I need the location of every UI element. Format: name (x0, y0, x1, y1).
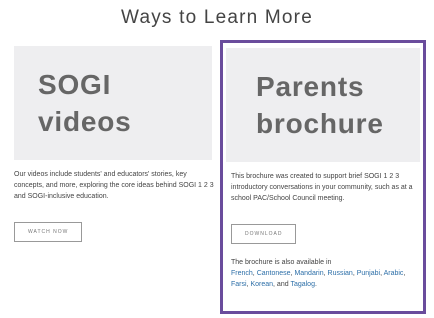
language-link-farsi[interactable]: Farsi (231, 281, 247, 288)
videos-hero-line1: SOGI (38, 69, 112, 100)
download-button[interactable]: DOWNLOAD (231, 224, 297, 244)
videos-description: Our videos include students' and educato… (14, 171, 214, 200)
language-link-korean[interactable]: Korean (250, 281, 273, 288)
sogi-videos-card: SOGI videos Our videos include students'… (14, 40, 214, 242)
brochure-description: This brochure was created to support bri… (231, 173, 413, 202)
watch-now-button[interactable]: WATCH NOW (14, 222, 83, 242)
language-link-french[interactable]: French (231, 270, 253, 277)
videos-hero-banner[interactable]: SOGI videos (14, 46, 212, 160)
language-link-tagalog[interactable]: Tagalog (290, 281, 315, 288)
language-link-russian[interactable]: Russian (328, 270, 353, 277)
parents-brochure-card: Parents brochure This brochure was creat… (220, 40, 426, 314)
and-word: and (276, 281, 289, 288)
language-link-punjabi[interactable]: Punjabi (357, 270, 380, 277)
language-link-cantonese[interactable]: Cantonese (257, 270, 291, 277)
availability-prefix: The brochure is also available in (231, 259, 332, 266)
brochure-hero-line1: Parents (256, 71, 365, 102)
brochure-hero-line2: brochure (256, 108, 384, 139)
section-title: Ways to Learn More (121, 7, 313, 28)
language-link-arabic[interactable]: Arabic (384, 270, 404, 277)
videos-hero-line2: videos (38, 106, 132, 137)
language-link-mandarin[interactable]: Mandarin (294, 270, 323, 277)
period: . (314, 281, 317, 288)
brochure-languages: The brochure is also available in French… (231, 259, 406, 288)
brochure-hero-banner[interactable]: Parents brochure (226, 48, 420, 162)
